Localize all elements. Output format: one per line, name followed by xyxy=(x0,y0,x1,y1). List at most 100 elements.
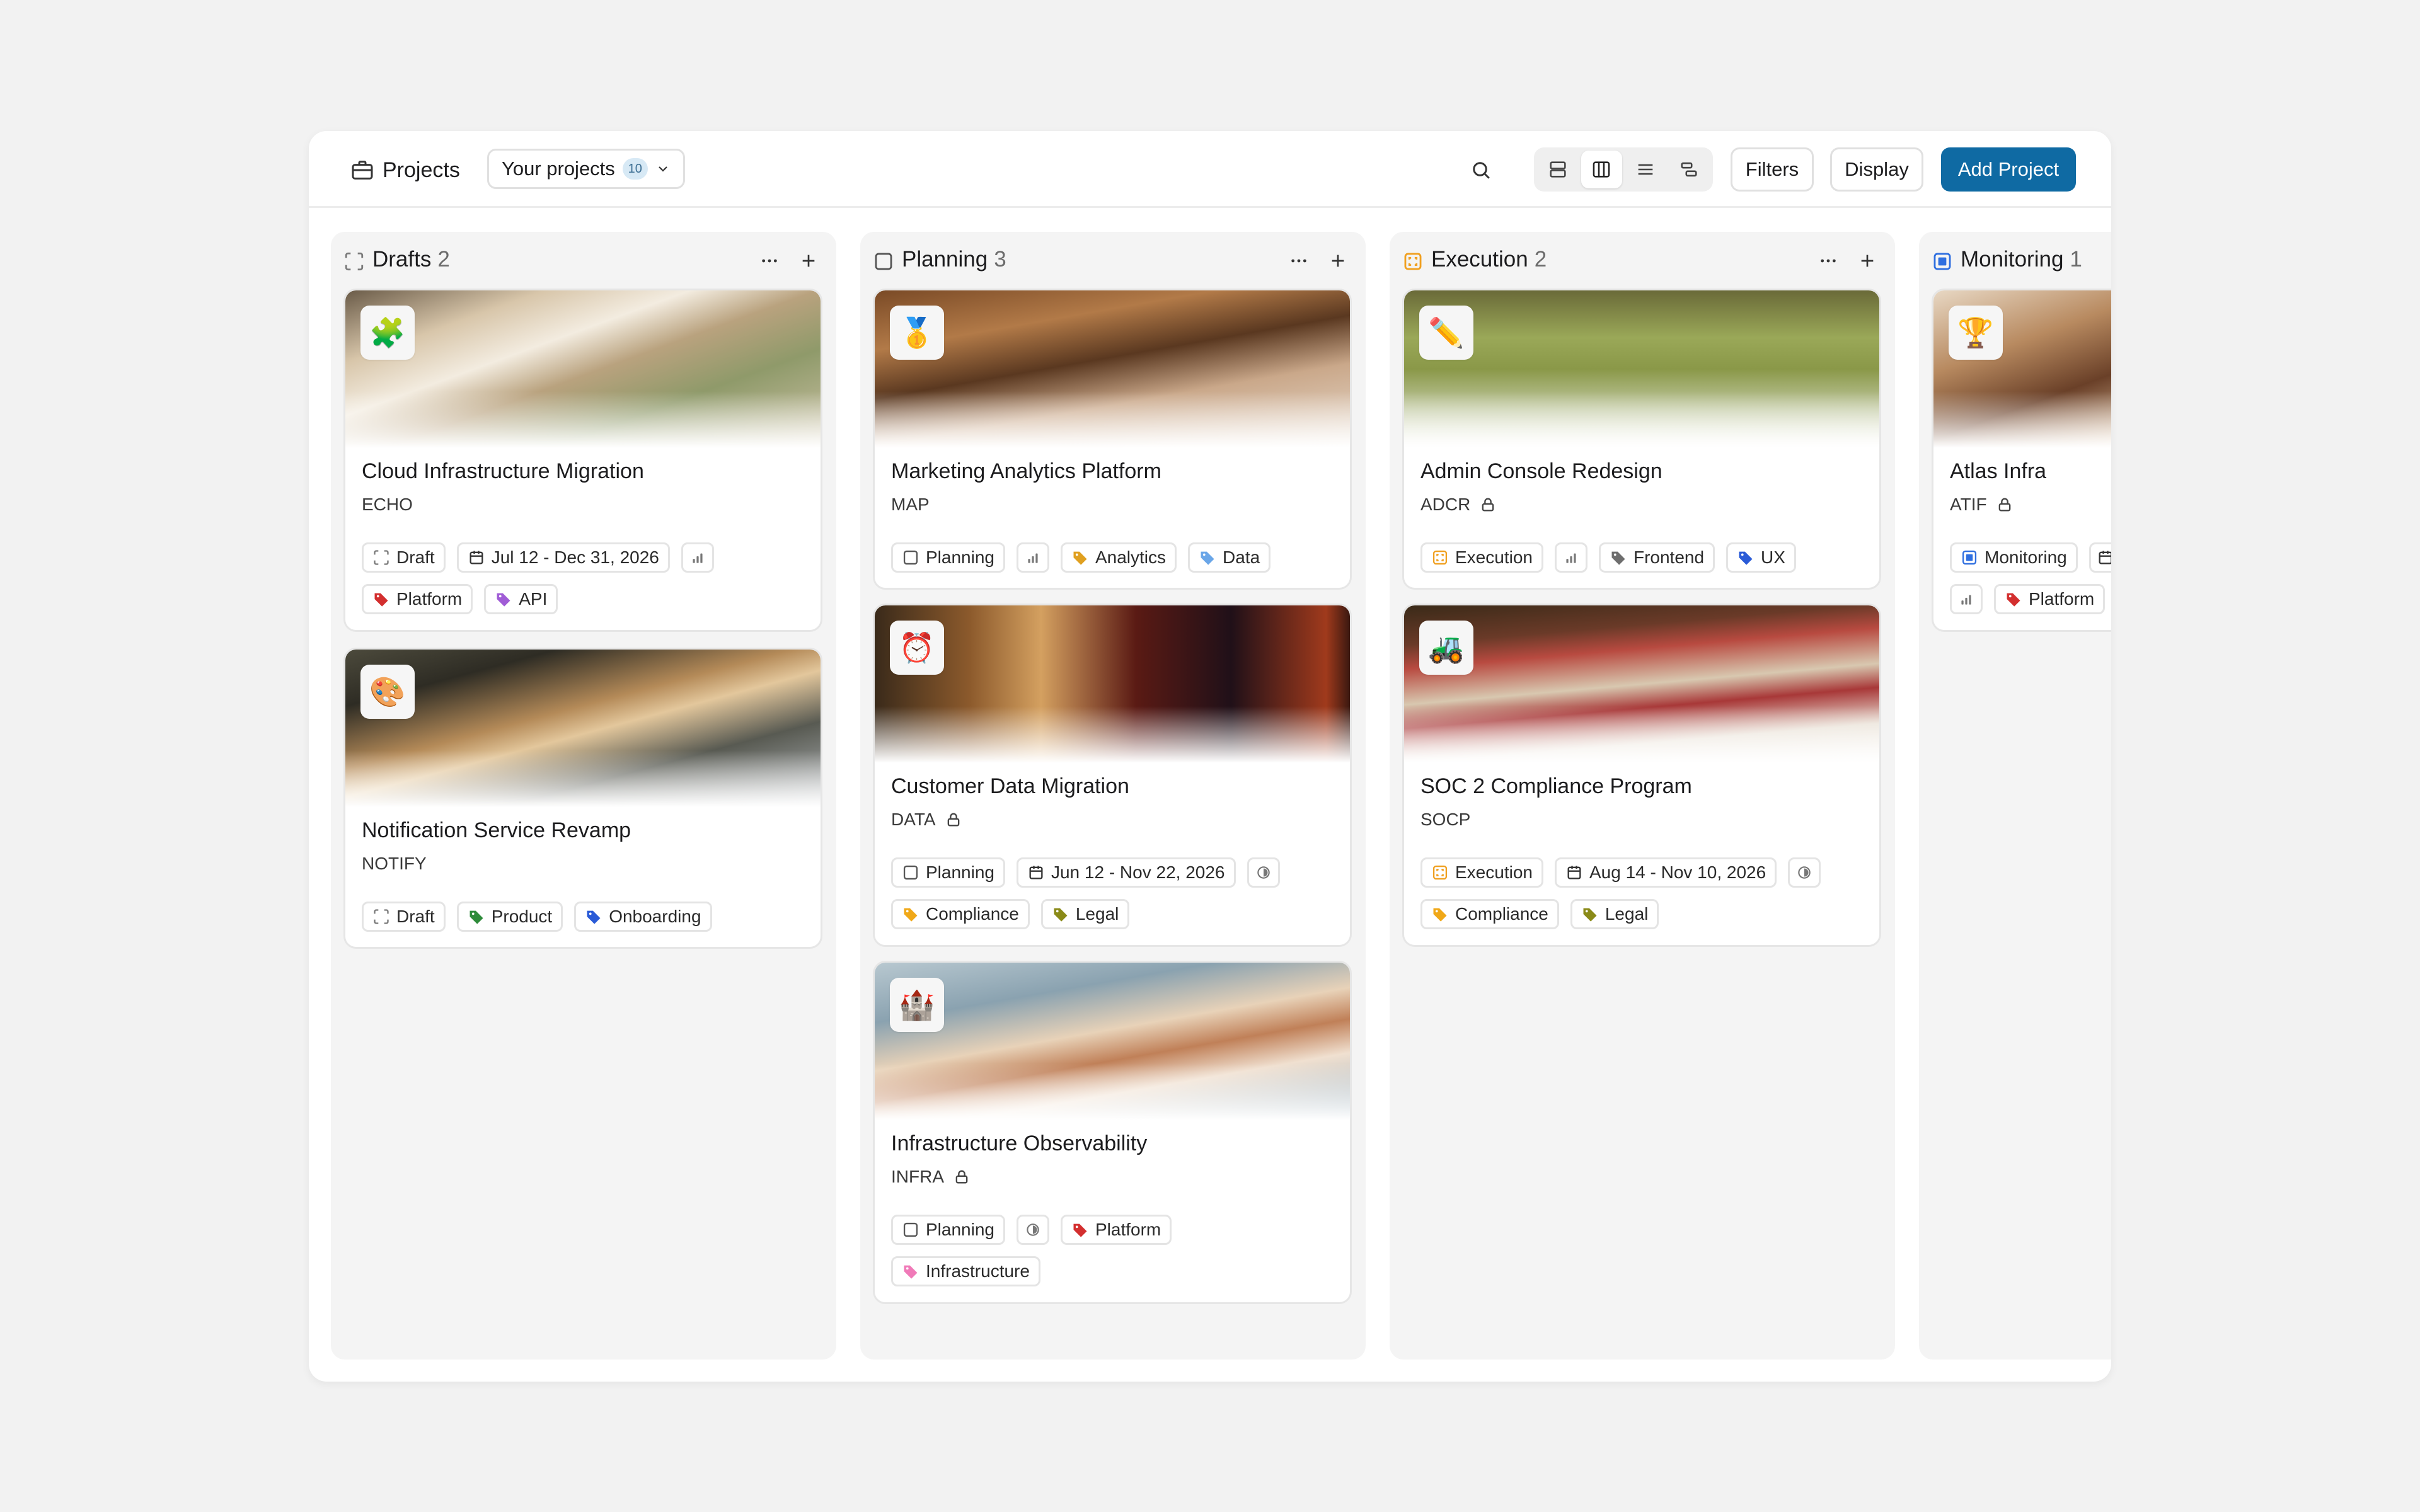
view-rows-button[interactable] xyxy=(1537,151,1579,188)
execution-status-icon xyxy=(1431,864,1449,881)
view-list-button[interactable] xyxy=(1625,151,1666,188)
plus-icon[interactable] xyxy=(796,248,821,273)
more-options-icon[interactable] xyxy=(1286,248,1311,273)
priority-chip[interactable] xyxy=(1950,584,1983,614)
tag-chip[interactable]: Legal xyxy=(1570,899,1659,929)
date-range-chip[interactable]: Jul 12 - Dec 31, 2026 xyxy=(456,542,670,573)
briefcase-icon xyxy=(350,158,375,183)
project-card[interactable]: 🚜 SOC 2 Compliance Program SOCP Executio… xyxy=(1402,604,1881,947)
project-card[interactable]: 🎨 Notification Service Revamp NOTIFY Dra… xyxy=(343,648,822,949)
card-meta-row: Draft Product Onboarding xyxy=(362,902,712,932)
project-emoji: 🥇 xyxy=(890,306,944,360)
status-chip[interactable]: Planning xyxy=(891,542,1005,573)
project-card[interactable]: 🧩 Cloud Infrastructure Migration ECHO Dr… xyxy=(343,289,822,632)
signal-bars-icon xyxy=(1025,549,1041,566)
progress-chip[interactable] xyxy=(1016,1215,1049,1245)
status-chip[interactable]: Planning xyxy=(891,1215,1005,1245)
tag-chip[interactable]: Product xyxy=(456,902,563,932)
status-chip[interactable]: Execution xyxy=(1420,542,1543,573)
status-chip[interactable]: Monitoring xyxy=(1950,542,2078,573)
card-cover-image xyxy=(875,290,1350,448)
project-scope-select[interactable]: Your projects 10 xyxy=(487,149,685,189)
card-tags-row: Compliance Legal xyxy=(1420,899,1659,929)
project-emoji: 🏰 xyxy=(890,978,944,1032)
priority-chip[interactable] xyxy=(681,542,714,573)
signal-bars-icon xyxy=(1958,591,1974,607)
search-icon xyxy=(1470,159,1492,181)
display-button[interactable]: Display xyxy=(1830,147,1923,192)
plus-icon[interactable] xyxy=(1325,248,1351,273)
priority-chip[interactable] xyxy=(1554,542,1587,573)
filters-button[interactable]: Filters xyxy=(1731,147,1814,192)
tag-chip[interactable]: Compliance xyxy=(891,899,1030,929)
priority-chip[interactable] xyxy=(1016,542,1049,573)
card-title: SOC 2 Compliance Program xyxy=(1420,774,1692,798)
status-chip[interactable]: Planning xyxy=(891,857,1005,888)
lock-icon xyxy=(945,811,962,828)
status-chip[interactable]: Draft xyxy=(362,542,446,573)
card-tags-row: Infrastructure xyxy=(891,1256,1040,1286)
planning-status-icon xyxy=(902,549,919,566)
column-header: Execution 2 xyxy=(1390,232,1895,287)
planning-status-icon xyxy=(873,251,894,272)
list-icon xyxy=(1635,159,1656,180)
tag-chip[interactable]: API xyxy=(484,584,558,614)
projects-app: Projects Your projects 10 Filters Displa… xyxy=(309,131,2111,1382)
card-meta-row: Planning Analytics Data xyxy=(891,542,1271,573)
add-project-button[interactable]: Add Project xyxy=(1941,147,2076,192)
project-card[interactable]: 🏆 Atlas Infra ATIF Monitoring Platform xyxy=(1932,289,2111,632)
planning-status-icon xyxy=(902,864,919,881)
date-range-chip[interactable] xyxy=(2089,542,2111,573)
tag-icon xyxy=(1431,905,1449,923)
view-timeline-button[interactable] xyxy=(1669,151,1710,188)
tag-chip[interactable]: UX xyxy=(1726,542,1796,573)
column-header: Planning 3 xyxy=(860,232,1366,287)
tag-chip[interactable]: Platform xyxy=(1060,1215,1172,1245)
tag-icon xyxy=(468,908,485,925)
card-meta-row: Execution Frontend UX xyxy=(1420,542,1796,573)
project-card[interactable]: ✏️ Admin Console Redesign ADCR Execution xyxy=(1402,289,1881,590)
tag-chip[interactable]: Platform xyxy=(1994,584,2106,614)
tag-chip[interactable]: Data xyxy=(1188,542,1271,573)
tag-chip[interactable]: Compliance xyxy=(1420,899,1559,929)
status-chip[interactable]: Execution xyxy=(1420,857,1543,888)
timeline-icon xyxy=(1678,159,1700,180)
column-title: Drafts 2 xyxy=(372,247,450,272)
tag-chip[interactable]: Analytics xyxy=(1060,542,1177,573)
search-button[interactable] xyxy=(1462,151,1500,189)
tag-chip[interactable]: Frontend xyxy=(1598,542,1715,573)
card-cover-image xyxy=(875,605,1350,763)
project-emoji: 🏆 xyxy=(1949,306,2003,360)
card-key: NOTIFY xyxy=(362,854,427,873)
tag-chip[interactable]: Legal xyxy=(1040,899,1130,929)
view-board-button[interactable] xyxy=(1581,151,1622,188)
column-count: 1 xyxy=(2070,247,2082,272)
card-title: Customer Data Migration xyxy=(891,774,1129,798)
more-options-icon[interactable] xyxy=(1816,248,1841,273)
tag-icon xyxy=(495,590,512,608)
card-tags-row: Platform API xyxy=(362,584,558,614)
progress-chip[interactable] xyxy=(1788,857,1821,888)
date-range-chip[interactable]: Aug 14 - Nov 10, 2026 xyxy=(1554,857,1777,888)
tag-icon xyxy=(1581,905,1599,923)
progress-chip[interactable] xyxy=(1247,857,1280,888)
card-meta-row: Draft Jul 12 - Dec 31, 2026 xyxy=(362,542,714,573)
plus-icon[interactable] xyxy=(1855,248,1880,273)
project-card[interactable]: 🥇 Marketing Analytics Platform MAP Plann… xyxy=(873,289,1352,590)
signal-bars-icon xyxy=(1563,549,1579,566)
tag-chip[interactable]: Onboarding xyxy=(574,902,712,932)
project-scope-label: Your projects xyxy=(502,158,615,180)
card-cover-image xyxy=(345,650,821,807)
card-key: ECHO xyxy=(362,495,413,514)
project-card[interactable]: 🏰 Infrastructure Observability INFRA Pla… xyxy=(873,961,1352,1304)
tag-chip[interactable]: Infrastructure xyxy=(891,1256,1040,1286)
date-range-chip[interactable]: Jun 12 - Nov 22, 2026 xyxy=(1016,857,1236,888)
project-emoji: ✏️ xyxy=(1419,306,1473,360)
card-meta-row: Execution Aug 14 - Nov 10, 2026 xyxy=(1420,857,1821,888)
project-emoji: 🎨 xyxy=(360,665,415,719)
more-options-icon[interactable] xyxy=(757,248,782,273)
project-card[interactable]: ⏰ Customer Data Migration DATA Planning … xyxy=(873,604,1352,947)
tag-chip[interactable]: Platform xyxy=(362,584,473,614)
top-bar: Projects Your projects 10 Filters Displa… xyxy=(309,131,2111,208)
status-chip[interactable]: Draft xyxy=(362,902,446,932)
